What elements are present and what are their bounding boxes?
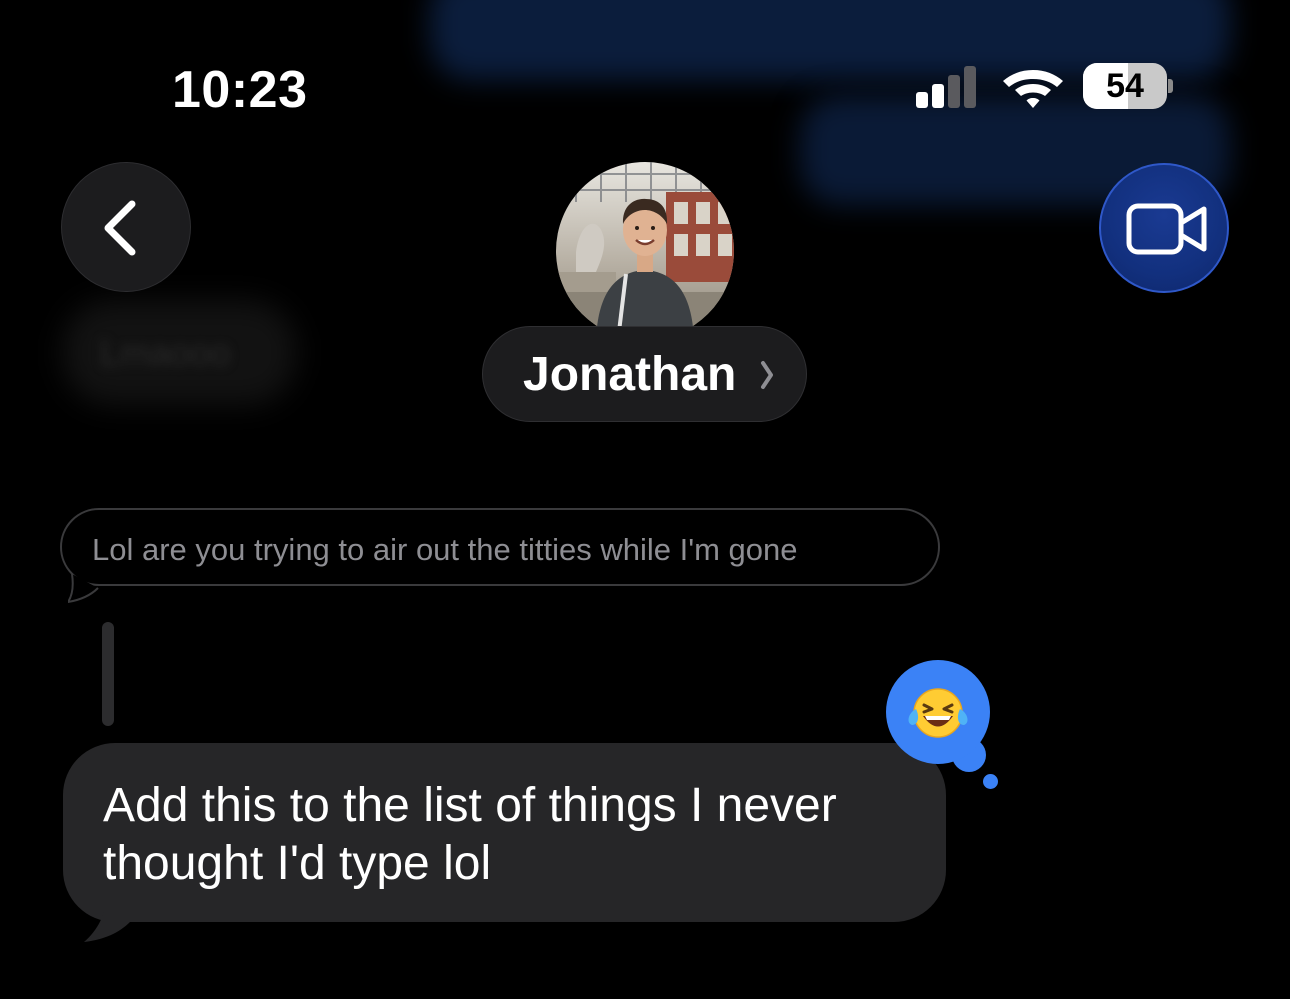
blurred-received-text: Lmaooo: [100, 332, 231, 373]
laughing-with-tears-emoji: [908, 688, 968, 738]
reaction-tail-dot: [983, 774, 998, 789]
battery-nub: [1168, 79, 1173, 93]
message-bubble-tail: [84, 896, 130, 942]
video-call-button[interactable]: [1099, 163, 1229, 293]
reply-preview-bubble[interactable]: Lol are you trying to air out the tittie…: [60, 508, 940, 586]
battery-body: 54: [1083, 63, 1167, 109]
reply-bubble-tail: [68, 574, 99, 604]
contact-name: Jonathan: [523, 348, 737, 401]
status-time: 10:23: [172, 61, 308, 119]
battery-icon: 54: [1083, 63, 1173, 110]
contact-photo: [556, 162, 734, 340]
tapback-reaction[interactable]: [886, 660, 990, 764]
message-text: Add this to the list of things I never t…: [103, 779, 837, 890]
chevron-right-icon: [761, 361, 773, 389]
contact-avatar[interactable]: [556, 162, 734, 340]
reply-thread-line: [102, 622, 114, 726]
reply-preview-text: Lol are you trying to air out the tittie…: [92, 532, 798, 567]
back-button[interactable]: [61, 162, 191, 292]
messages-screen: Lmaooo 10:23 54 Jonathan Lol are you try…: [0, 0, 1290, 999]
battery-percent: 54: [1106, 67, 1144, 105]
wifi-icon: [1002, 64, 1064, 110]
cellular-signal-icon: [914, 66, 984, 108]
message-bubble[interactable]: Add this to the list of things I never t…: [63, 743, 946, 922]
chevron-left-icon: [104, 200, 136, 256]
contact-name-button[interactable]: Jonathan: [482, 326, 807, 422]
video-camera-icon: [1126, 203, 1207, 255]
